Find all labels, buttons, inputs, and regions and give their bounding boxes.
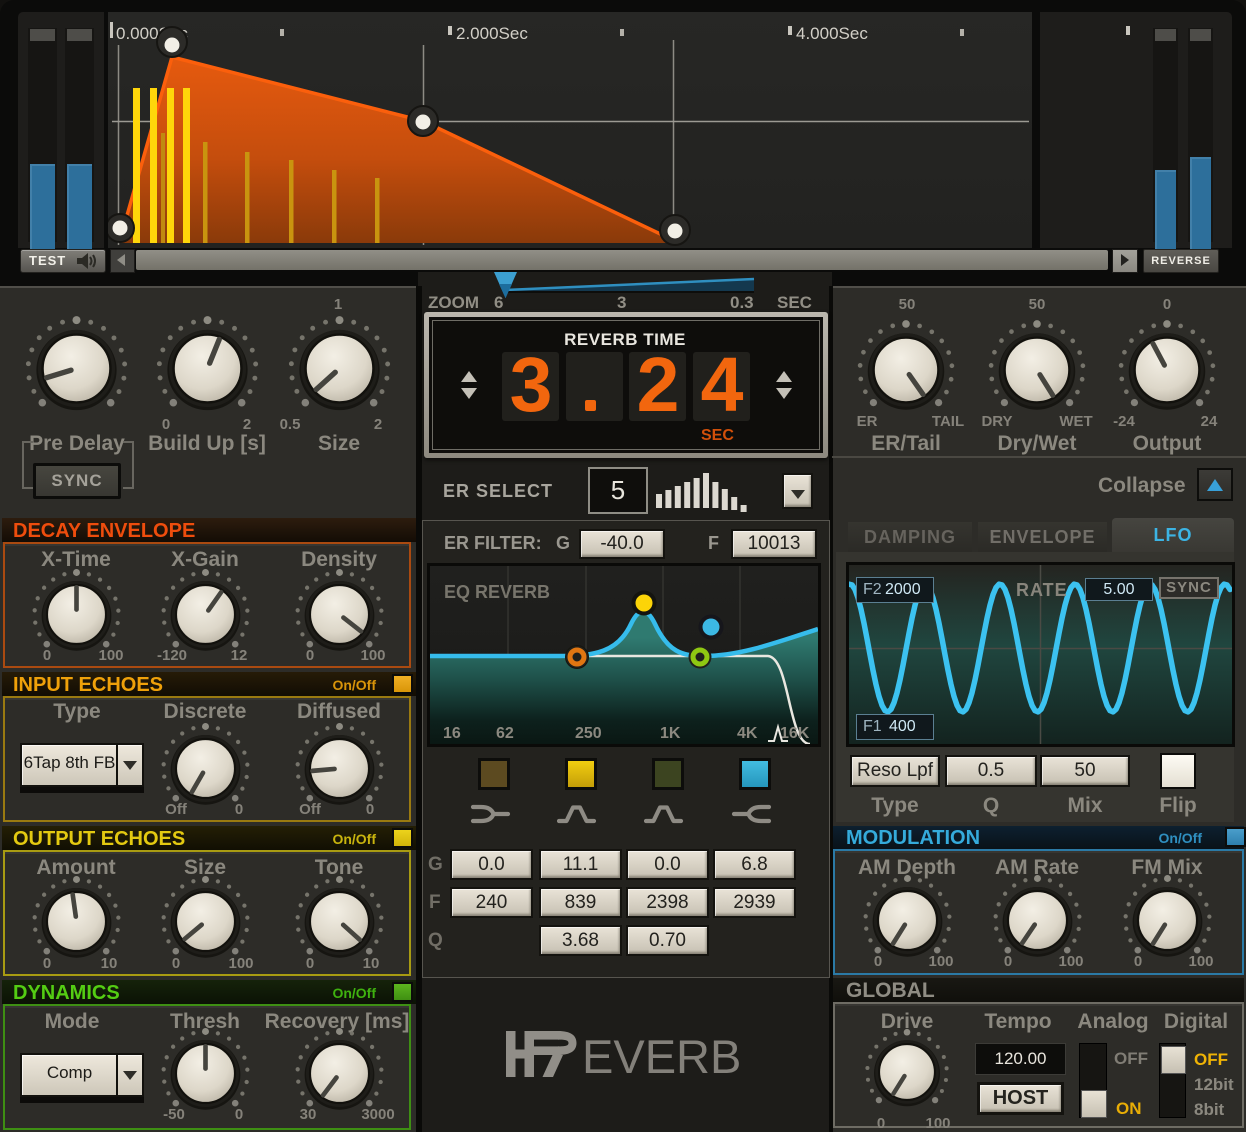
svg-text:4.000Sec: 4.000Sec bbox=[796, 24, 868, 43]
svg-text:16: 16 bbox=[443, 725, 461, 742]
svg-text:62: 62 bbox=[496, 725, 514, 742]
svg-text:2.000Sec: 2.000Sec bbox=[456, 24, 528, 43]
svg-text:1K: 1K bbox=[660, 725, 681, 742]
svg-text:16K: 16K bbox=[780, 725, 810, 742]
svg-text:EQ REVERB: EQ REVERB bbox=[444, 582, 550, 602]
svg-text:4K: 4K bbox=[737, 725, 758, 742]
svg-text:250: 250 bbox=[575, 725, 602, 742]
